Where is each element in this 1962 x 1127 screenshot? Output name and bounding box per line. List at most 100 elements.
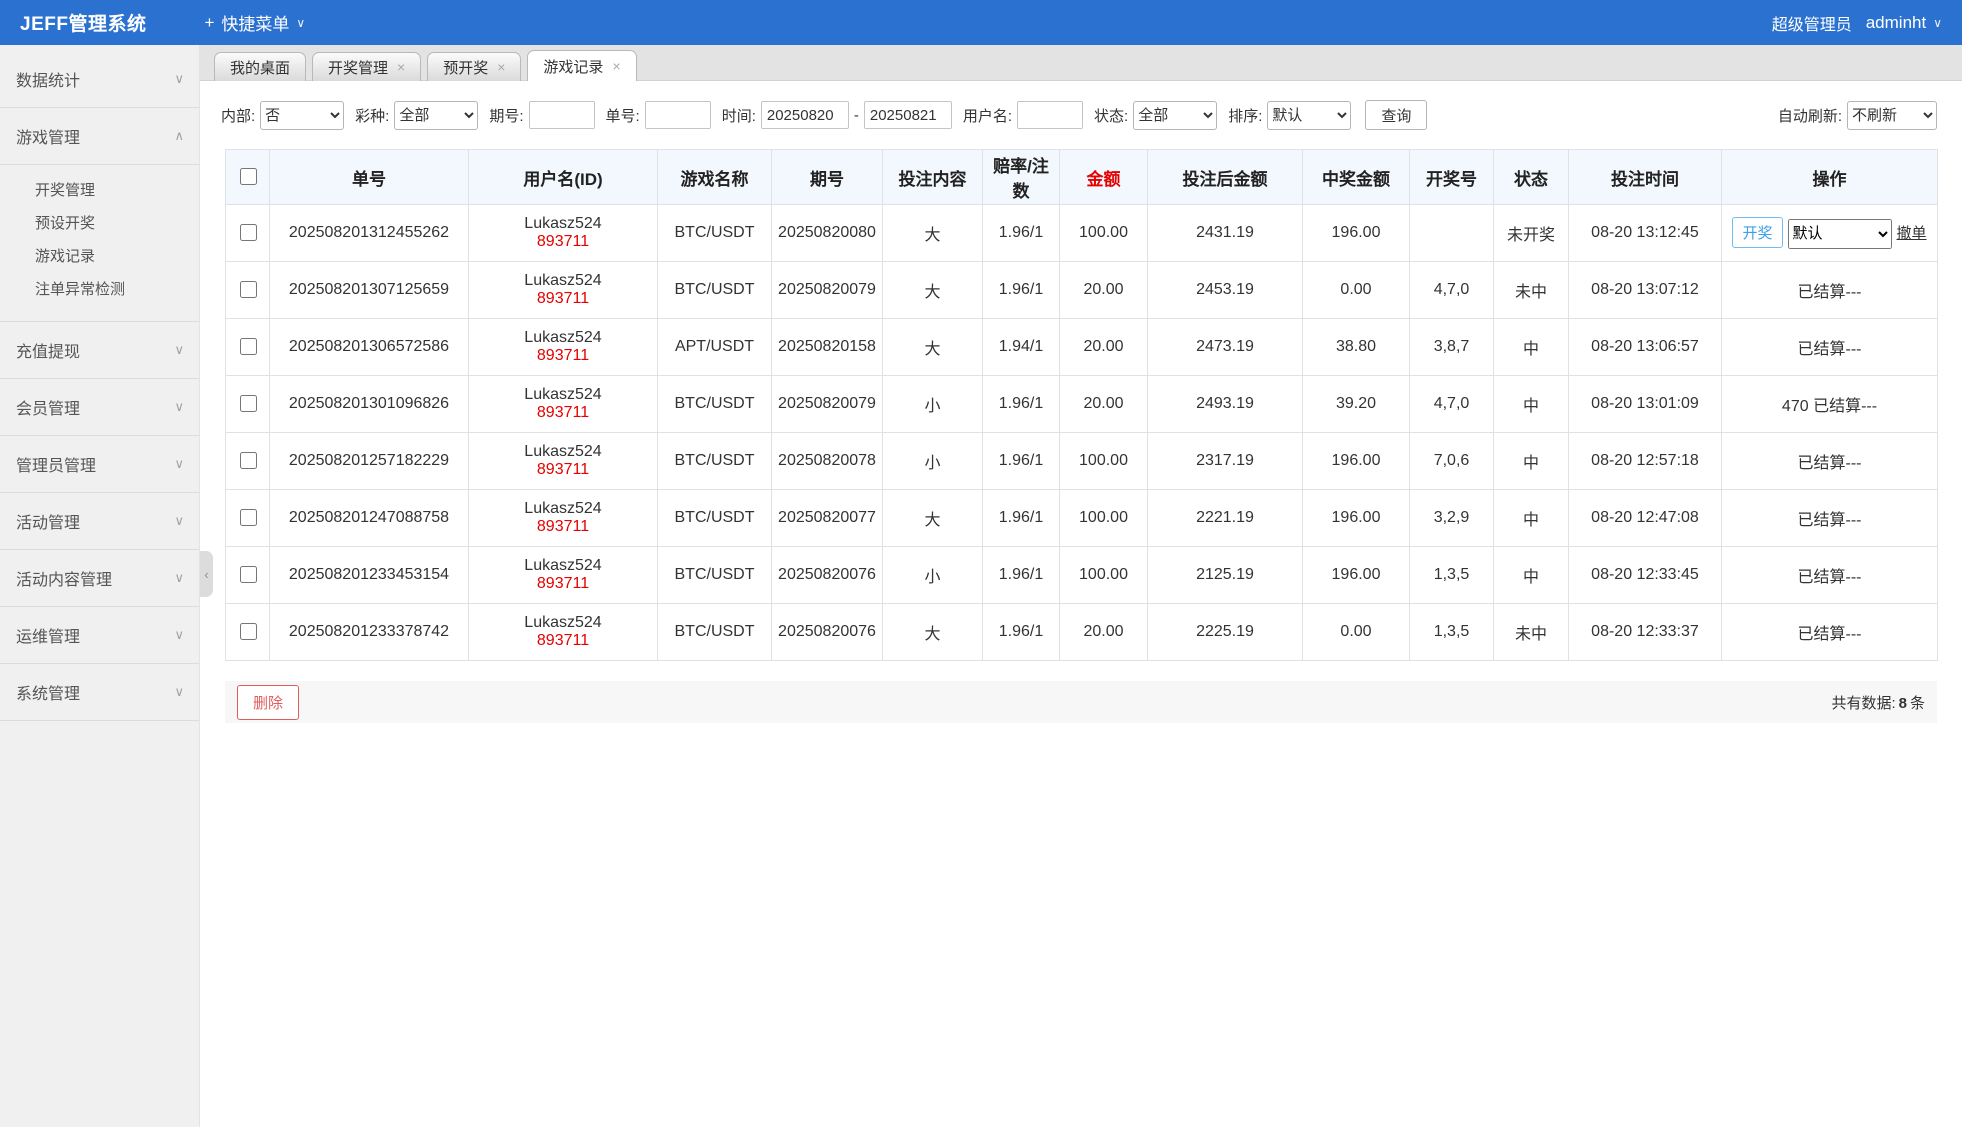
sidebar-item-label: 系统管理 (16, 680, 80, 704)
filter-sort-select[interactable]: 默认 (1267, 101, 1351, 130)
quick-menu-button[interactable]: + 快捷菜单 ∨ (204, 10, 305, 35)
filter-status-select[interactable]: 全部 (1133, 101, 1217, 130)
filter-sort-label: 排序: (1228, 105, 1262, 126)
bet-time-cell: 08-20 13:12:45 (1569, 205, 1722, 262)
user-id-text: 893711 (471, 632, 655, 650)
tab-label: 开奖管理 (328, 57, 388, 78)
time-range-separator: - (854, 107, 859, 124)
bet-time-cell: 08-20 13:07:12 (1569, 262, 1722, 319)
issue-number-cell: 20250820080 (772, 205, 883, 262)
row-checkbox[interactable] (240, 281, 257, 298)
row-checkbox[interactable] (240, 452, 257, 469)
game-name-cell: BTC/USDT (658, 376, 772, 433)
filter-issue-input[interactable] (529, 101, 595, 129)
column-header-单号: 单号 (270, 150, 469, 205)
sidebar: 数据统计∨游戏管理∧开奖管理预设开奖游戏记录注单异常检测充值提现∨会员管理∨管理… (0, 45, 200, 1127)
table-row: 202508201247088758Lukasz524893711BTC/USD… (226, 490, 1938, 547)
tab-close-icon[interactable]: × (497, 59, 505, 75)
tab-游戏记录[interactable]: 游戏记录× (527, 50, 636, 81)
table-footer: 删除 共有数据:8条 (225, 681, 1937, 723)
sidebar-subitem-预设开奖[interactable]: 预设开奖 (0, 206, 199, 239)
sidebar-item-管理员管理[interactable]: 管理员管理∨ (0, 436, 199, 492)
sidebar-collapse-handle[interactable]: ‹ (200, 551, 213, 597)
filter-username-input[interactable] (1017, 101, 1083, 129)
bet-content-cell: 小 (883, 376, 983, 433)
filter-lottery-select[interactable]: 全部 (394, 101, 478, 130)
row-checkbox[interactable] (240, 338, 257, 355)
bet-time-cell: 08-20 13:01:09 (1569, 376, 1722, 433)
odds-cell: 1.94/1 (983, 319, 1060, 376)
cancel-order-link[interactable]: 撤单 (1897, 225, 1927, 242)
action-cell: 已结算--- (1722, 262, 1938, 319)
row-checkbox[interactable] (240, 224, 257, 241)
tab-close-icon[interactable]: × (397, 59, 405, 75)
user-role: 超级管理员 (1772, 11, 1852, 35)
select-all-checkbox[interactable] (240, 168, 257, 185)
tab-预开奖[interactable]: 预开奖× (427, 52, 521, 81)
select-all-header-cell (226, 150, 270, 205)
row-checkbox-cell (226, 604, 270, 661)
column-header-金额: 金额 (1060, 150, 1148, 205)
tab-我的桌面[interactable]: 我的桌面 (214, 52, 306, 81)
user-menu-button[interactable]: adminht ∨ (1866, 13, 1942, 33)
chevron-down-icon: ∨ (174, 627, 184, 643)
row-checkbox[interactable] (240, 509, 257, 526)
records-table: 单号用户名(ID)游戏名称期号投注内容赔率/注数金额投注后金额中奖金额开奖号状态… (225, 149, 1938, 661)
filter-time-from-input[interactable] (761, 101, 849, 129)
row-checkbox[interactable] (240, 395, 257, 412)
sidebar-item-运维管理[interactable]: 运维管理 ∨ (0, 607, 199, 663)
odds-cell: 1.96/1 (983, 205, 1060, 262)
amount-cell: 100.00 (1060, 433, 1148, 490)
chevron-down-icon: ∨ (1933, 16, 1942, 30)
sidebar-item-label: 运维管理 (16, 623, 80, 647)
draw-mode-select[interactable]: 默认 (1788, 219, 1892, 249)
sidebar-subitem-游戏记录[interactable]: 游戏记录 (0, 239, 199, 272)
sidebar-item-游戏管理[interactable]: 游戏管理∧ (0, 108, 199, 164)
username-text: Lukasz524 (471, 443, 655, 461)
delete-button[interactable]: 删除 (237, 685, 299, 720)
row-checkbox[interactable] (240, 566, 257, 583)
settled-text: 已结算--- (1798, 626, 1862, 643)
issue-number-cell: 20250820079 (772, 376, 883, 433)
filter-internal-label: 内部: (221, 105, 255, 126)
query-button[interactable]: 查询 (1365, 100, 1427, 130)
amount-cell: 100.00 (1060, 490, 1148, 547)
draw-number-cell (1410, 205, 1494, 262)
issue-number-cell: 20250820158 (772, 319, 883, 376)
row-checkbox[interactable] (240, 623, 257, 640)
status-cell: 中 (1494, 376, 1569, 433)
user-id-text: 893711 (471, 404, 655, 422)
sidebar-group: 活动管理∨ (0, 493, 199, 550)
action-cell: 已结算--- (1722, 604, 1938, 661)
filter-internal-select[interactable]: 否 (260, 101, 344, 130)
sidebar-item-活动管理[interactable]: 活动管理∨ (0, 493, 199, 549)
sidebar-submenu: 开奖管理预设开奖游戏记录注单异常检测 (0, 164, 199, 321)
draw-number-cell: 4,7,0 (1410, 262, 1494, 319)
bet-time-cell: 08-20 12:33:37 (1569, 604, 1722, 661)
sidebar-subitem-开奖管理[interactable]: 开奖管理 (0, 173, 199, 206)
win-amount-cell: 39.20 (1303, 376, 1410, 433)
filter-order-input[interactable] (645, 101, 711, 129)
chevron-down-icon: ∨ (174, 71, 184, 87)
sidebar-item-会员管理[interactable]: 会员管理∨ (0, 379, 199, 435)
auto-refresh-select[interactable]: 不刷新 (1847, 101, 1937, 130)
tab-开奖管理[interactable]: 开奖管理 × (312, 52, 421, 81)
order-number-cell: 202508201306572586 (270, 319, 469, 376)
game-name-cell: BTC/USDT (658, 262, 772, 319)
sidebar-item-数据统计[interactable]: 数据统计∨ (0, 51, 199, 107)
sidebar-item-活动内容管理[interactable]: 活动内容管理∨ (0, 550, 199, 606)
column-header-投注后金额: 投注后金额 (1148, 150, 1303, 205)
draw-button[interactable]: 开奖 (1732, 217, 1782, 248)
sidebar-item-充值提现[interactable]: 充值提现∨ (0, 322, 199, 378)
table-row: 202508201312455262Lukasz524893711BTC/USD… (226, 205, 1938, 262)
tab-close-icon[interactable]: × (612, 58, 620, 74)
action-cell: 开奖默认撤单 (1722, 205, 1938, 262)
sidebar-subitem-注单异常检测[interactable]: 注单异常检测 (0, 272, 199, 305)
sidebar-item-系统管理[interactable]: 系统管理∨ (0, 664, 199, 720)
win-amount-cell: 38.80 (1303, 319, 1410, 376)
chevron-down-icon: ∨ (296, 16, 305, 30)
username-text: Lukasz524 (471, 557, 655, 575)
column-header-赔率/注数: 赔率/注数 (983, 150, 1060, 205)
win-amount-cell: 196.00 (1303, 490, 1410, 547)
filter-time-to-input[interactable] (864, 101, 952, 129)
